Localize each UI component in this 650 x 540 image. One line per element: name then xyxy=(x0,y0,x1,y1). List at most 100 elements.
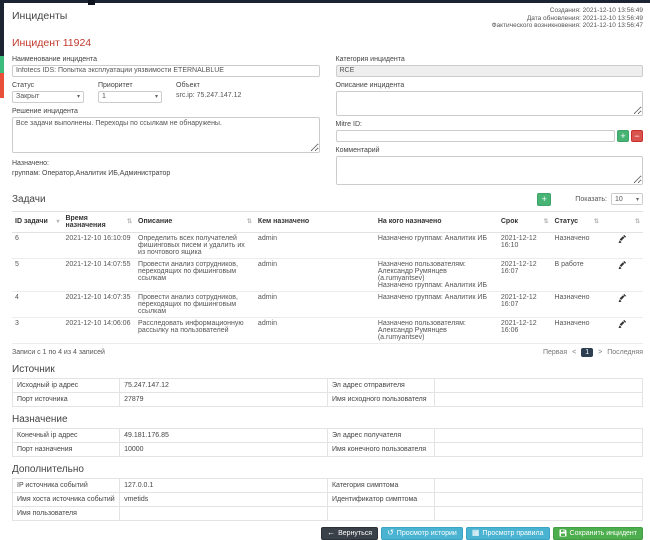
object-label: Объект xyxy=(176,81,200,89)
assigned-label: Назначено: xyxy=(12,159,49,167)
col-header-description[interactable]: Описание ⇅ xyxy=(135,210,255,233)
table-row: Имя хоста источника событий vmetids Иден… xyxy=(11,491,643,507)
field-label: Исходный ip адрес xyxy=(11,377,121,393)
resolution-label: Решение инцидента xyxy=(12,107,78,115)
pagination-first[interactable]: Первая xyxy=(543,349,567,356)
task-status: Назначено xyxy=(551,232,602,259)
plus-icon: + xyxy=(620,130,626,141)
col-header-due[interactable]: Срок ⇅ xyxy=(497,210,552,233)
description-textarea[interactable] xyxy=(335,90,643,116)
col-header-assigned-by[interactable]: Кем назначено xyxy=(254,210,375,233)
field-label: Порт источника xyxy=(11,391,121,407)
chevron-down-icon: ▾ xyxy=(76,94,80,100)
history-icon: ↺ xyxy=(387,528,394,537)
save-icon xyxy=(559,529,567,537)
field-label: Эл адрес отправителя xyxy=(326,377,436,393)
pagination-next[interactable]: > xyxy=(598,349,602,356)
status-label: Статус xyxy=(12,81,35,89)
sort-icon: ⇅ xyxy=(634,219,640,225)
pencil-icon xyxy=(618,260,627,270)
edit-task-button[interactable] xyxy=(601,258,643,292)
field-label: Имя конечного пользователя xyxy=(326,441,436,457)
task-assigned-to: Назначено пользователям: Александр Румян… xyxy=(374,258,498,292)
form-right-column: Категория инцидента Описание инцидента M… xyxy=(335,51,643,185)
table-row: IP источника событий 127.0.0.1 Категория… xyxy=(11,477,643,493)
task-status: В работе xyxy=(551,258,602,292)
table-row: 6 2021-12-10 16:10:09 Определить всех по… xyxy=(12,232,643,259)
field-label: Категория симптома xyxy=(326,477,436,493)
col-header-assigned-to[interactable]: На кого назначено xyxy=(374,210,498,233)
priority-select[interactable]: 1 ▾ xyxy=(98,90,162,103)
table-row: 5 2021-12-10 14:07:55 Провести анализ со… xyxy=(12,258,643,292)
task-assigned-by: admin xyxy=(254,232,375,259)
pagination-prev[interactable]: < xyxy=(572,349,576,356)
field-label: Имя пользователя xyxy=(11,505,121,521)
sort-icon: ⇅ xyxy=(127,219,133,225)
category-input xyxy=(335,64,643,77)
comment-label: Комментарий xyxy=(335,146,380,154)
event-source-ip-link[interactable]: 127.0.0.1 xyxy=(119,477,328,493)
mitre-remove-button[interactable]: − xyxy=(631,129,643,142)
edit-task-button[interactable] xyxy=(601,232,643,259)
destination-ip-link[interactable]: 49.181.176.85 xyxy=(119,427,328,443)
event-source-host-link[interactable]: vmetids xyxy=(119,491,328,507)
task-assigned-by: admin xyxy=(254,317,375,344)
task-time: 2021-12-10 16:10:09 xyxy=(62,232,136,259)
show-label: Показать: xyxy=(575,195,607,203)
object-value: src.ip: 75.247.147.12 xyxy=(176,91,242,99)
mitre-id-input[interactable] xyxy=(335,129,615,142)
tasks-header-row: ID задачи ▾ Время назначения ⇅ Описание ⇅ К… xyxy=(12,210,643,233)
task-due: 2021-12-12 16:07 xyxy=(497,291,552,318)
col-header-actions[interactable]: ⇅ xyxy=(601,210,643,233)
symptom-category-value xyxy=(434,477,643,493)
plus-icon: + xyxy=(541,193,547,204)
chevron-down-icon: ▾ xyxy=(154,94,158,100)
task-due: 2021-12-12 16:10 xyxy=(497,232,552,259)
additional-section-title: Дополнительно xyxy=(12,463,84,475)
occurred-timestamp: Фактического возникновения: 2021-12-10 1… xyxy=(491,22,643,29)
incident-name-input[interactable] xyxy=(12,64,320,77)
pagination-page-1[interactable]: 1 xyxy=(581,347,594,357)
description-label: Описание инцидента xyxy=(335,81,405,89)
task-status: Назначено xyxy=(551,317,602,344)
pagination: Первая < 1 > Последняя xyxy=(543,347,643,357)
updated-timestamp: Дата обновления: 2021-12-10 13:56:49 xyxy=(526,14,643,22)
save-incident-button[interactable]: Сохранить инцидент xyxy=(552,526,643,540)
source-ip-link[interactable]: 75.247.147.12 xyxy=(119,377,328,393)
pencil-icon xyxy=(618,319,627,329)
task-description: Провести анализ сотрудников, переходящих… xyxy=(135,258,255,292)
table-row: Порт источника 27879 Имя исходного польз… xyxy=(11,391,643,407)
additional-table: IP источника событий 127.0.0.1 Категория… xyxy=(11,477,643,521)
table-row: Порт назначения 10000 Имя конечного поль… xyxy=(11,441,643,457)
destination-port-link[interactable]: 10000 xyxy=(119,441,328,457)
task-description: Провести анализ сотрудников, переходящих… xyxy=(135,291,255,318)
username-value xyxy=(119,505,328,521)
view-history-button[interactable]: ↺ Просмотр истории xyxy=(381,526,463,540)
col-header-assign-time[interactable]: Время назначения ⇅ xyxy=(62,210,136,233)
comment-textarea[interactable] xyxy=(335,155,643,185)
task-id: 5 xyxy=(12,258,63,292)
page-size-select[interactable]: 10 ▾ xyxy=(611,193,643,205)
pagination-last[interactable]: Последняя xyxy=(607,349,643,356)
task-assigned-by: admin xyxy=(254,291,375,318)
field-label xyxy=(326,505,436,521)
created-timestamp: Создания: 2021-12-10 13:56:49 xyxy=(549,7,643,14)
col-header-task-id[interactable]: ID задачи ▾ xyxy=(12,210,63,233)
sort-icon: ⇅ xyxy=(543,219,549,225)
field-label: Эл адрес получателя xyxy=(326,427,436,443)
add-task-button[interactable]: + xyxy=(537,192,552,206)
back-button[interactable]: ← Вернуться xyxy=(321,526,379,540)
source-port-link[interactable]: 27879 xyxy=(119,391,328,407)
col-header-status[interactable]: Статус ⇅ xyxy=(551,210,602,233)
edit-task-button[interactable] xyxy=(601,317,643,344)
pencil-icon xyxy=(618,234,627,244)
field-label: Идентификатор симптома xyxy=(326,491,436,507)
resolution-textarea[interactable]: Все задачи выполнены. Переходы по ссылка… xyxy=(12,116,320,153)
table-row: 3 2021-12-10 14:06:06 Расследовать инфор… xyxy=(12,317,643,344)
status-select[interactable]: Закрыт ▾ xyxy=(12,90,84,103)
edit-task-button[interactable] xyxy=(601,291,643,318)
mitre-add-button[interactable]: + xyxy=(617,129,629,142)
incident-name-label: Наименование инцидента xyxy=(12,55,98,63)
view-rule-button[interactable]: ▦ Просмотр правила xyxy=(465,526,550,540)
source-user-value xyxy=(434,391,643,407)
